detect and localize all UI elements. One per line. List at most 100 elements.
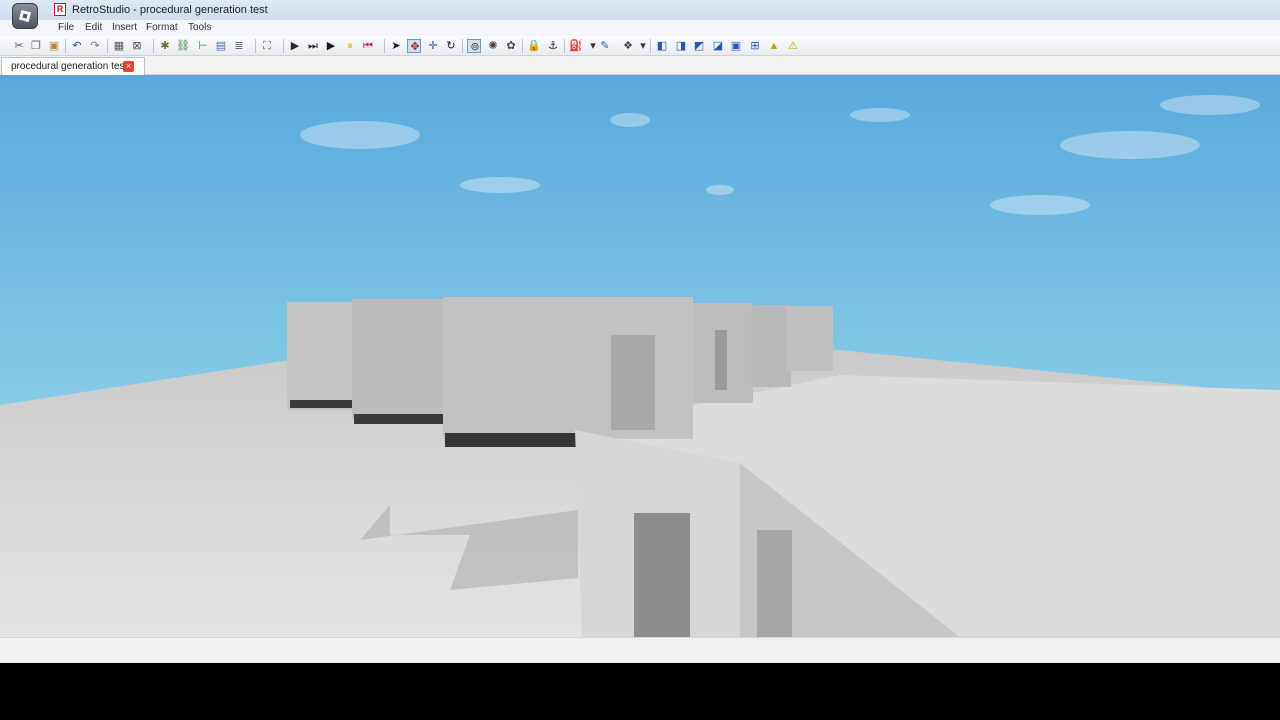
dropdown-icon: ▾ — [640, 40, 646, 52]
close-tab-icon[interactable]: × — [123, 61, 134, 72]
step-icon: ⏭ — [308, 40, 318, 52]
reset-icon: ⏮ — [363, 40, 373, 52]
status-bar — [0, 637, 1280, 663]
toolbar-separator — [522, 39, 523, 53]
menu-tools[interactable]: Tools — [188, 22, 211, 33]
toolbar-separator — [564, 39, 565, 53]
zoom-extents-icon: ⊞ — [750, 40, 760, 52]
toolbar-separator — [650, 39, 651, 53]
view-right-icon: ◪ — [712, 40, 724, 52]
lock-button[interactable]: 🔒 — [527, 39, 541, 53]
rotate-tool-button[interactable]: ↻ — [444, 39, 458, 53]
run-icon: ▶ — [290, 40, 300, 52]
paint-bucket-icon: ⛽ — [569, 40, 583, 52]
material-icon: ❖ — [623, 40, 633, 52]
warning-icon: ⚠ — [788, 40, 798, 52]
grid-icon: ▤ — [215, 40, 227, 52]
copy-button[interactable]: ❐ — [29, 39, 43, 53]
warning-button[interactable]: ⚠ — [786, 39, 800, 53]
undo-icon: ↶ — [72, 40, 82, 52]
paste-button[interactable]: ▣ — [47, 39, 61, 53]
toolbar-separator — [255, 39, 256, 53]
collision-icon: ✺ — [488, 40, 498, 52]
join-icon: ✿ — [506, 40, 516, 52]
paint-brush-button[interactable]: ✎ — [598, 39, 612, 53]
redo-icon: ↷ — [90, 40, 100, 52]
ungroup-icon: ⊠ — [132, 40, 142, 52]
copy-icon: ❐ — [31, 40, 41, 52]
toolbar-separator — [65, 39, 66, 53]
paint-bucket-button[interactable]: ⛽ — [569, 39, 583, 53]
title-bar: R RetroStudio - procedural generation te… — [0, 0, 1280, 20]
toolbar-separator — [283, 39, 284, 53]
ungroup-button[interactable]: ⊠ — [130, 39, 144, 53]
view-left-button[interactable]: ◨ — [674, 39, 688, 53]
menu-format[interactable]: Format — [146, 22, 178, 33]
join-button[interactable]: ✿ — [504, 39, 518, 53]
weld-icon: ✱ — [160, 40, 170, 52]
lock-icon: 🔒 — [527, 40, 541, 52]
view-left-icon: ◨ — [675, 40, 687, 52]
view-right-button[interactable]: ◪ — [711, 39, 725, 53]
list-icon: ≣ — [234, 40, 244, 52]
anchor-button[interactable]: ⚓ — [546, 39, 560, 53]
group-icon: ▦ — [113, 40, 125, 52]
link-button[interactable]: ⛓ — [176, 39, 190, 53]
document-tab-strip: procedural generation test × — [0, 56, 1280, 75]
select-tool-icon: ➤ — [391, 40, 401, 52]
fit-button[interactable]: ⛶ — [260, 39, 274, 53]
hierarchy-button[interactable]: ⊢ — [196, 39, 210, 53]
play-icon: ▶ — [326, 40, 336, 52]
drag-tool-icon: ✛ — [428, 40, 438, 52]
rotate-tool-icon: ↻ — [446, 40, 456, 52]
reset-button[interactable]: ⏮ — [361, 39, 375, 53]
view-top-button[interactable]: ◩ — [692, 39, 706, 53]
undo-button[interactable]: ↶ — [70, 39, 84, 53]
menu-insert[interactable]: Insert — [112, 22, 137, 33]
fit-icon: ⛶ — [263, 40, 271, 52]
list-button[interactable]: ≣ — [232, 39, 246, 53]
retrostudio-logo-icon[interactable] — [12, 3, 38, 29]
toolbar-separator — [384, 39, 385, 53]
pause-button[interactable]: ⏸ — [343, 39, 357, 53]
select-tool-button[interactable]: ➤ — [389, 39, 403, 53]
move-tool-icon: ✥ — [410, 41, 420, 53]
run-button[interactable]: ▶ — [288, 39, 302, 53]
move-tool-button[interactable]: ✥ — [407, 39, 421, 53]
dropdown-button[interactable]: ▾ — [636, 39, 650, 53]
link-icon: ⛓ — [176, 40, 190, 52]
group-button[interactable]: ▦ — [112, 39, 126, 53]
material-button[interactable]: ❖ — [621, 39, 635, 53]
3d-viewport[interactable] — [0, 75, 1280, 637]
grid-button[interactable]: ▤ — [214, 39, 228, 53]
terrain-button[interactable]: ▲ — [767, 39, 781, 53]
paste-icon: ▣ — [48, 40, 60, 52]
weld-button[interactable]: ✱ — [158, 39, 172, 53]
tab-label: procedural generation test — [11, 61, 128, 72]
letterbox-bar — [0, 663, 1280, 720]
snap-button[interactable]: ⊚ — [467, 39, 481, 53]
menu-edit[interactable]: Edit — [85, 22, 102, 33]
cut-button[interactable]: ✂ — [12, 39, 26, 53]
zoom-extents-button[interactable]: ⊞ — [748, 39, 762, 53]
menu-bar: File Edit Insert Format Tools — [0, 20, 1280, 36]
collision-button[interactable]: ✺ — [486, 39, 500, 53]
toolbar-separator — [462, 39, 463, 53]
pause-icon: ⏸ — [347, 40, 353, 52]
cut-icon: ✂ — [14, 40, 24, 52]
hierarchy-icon: ⊢ — [198, 40, 208, 52]
redo-button[interactable]: ↷ — [88, 39, 102, 53]
view-back-button[interactable]: ▣ — [729, 39, 743, 53]
window-icon[interactable]: R — [54, 3, 66, 16]
paint-brush-icon: ✎ — [600, 40, 610, 52]
drag-tool-button[interactable]: ✛ — [426, 39, 440, 53]
view-front-button[interactable]: ◧ — [655, 39, 669, 53]
view-front-icon: ◧ — [656, 40, 668, 52]
anchor-icon: ⚓ — [548, 40, 558, 52]
tab-procedural-generation-test[interactable]: procedural generation test × — [1, 57, 145, 75]
step-button[interactable]: ⏭ — [306, 39, 320, 53]
toolbar-separator — [107, 39, 108, 53]
view-top-icon: ◩ — [693, 40, 705, 52]
menu-file[interactable]: File — [58, 22, 74, 33]
play-button[interactable]: ▶ — [324, 39, 338, 53]
